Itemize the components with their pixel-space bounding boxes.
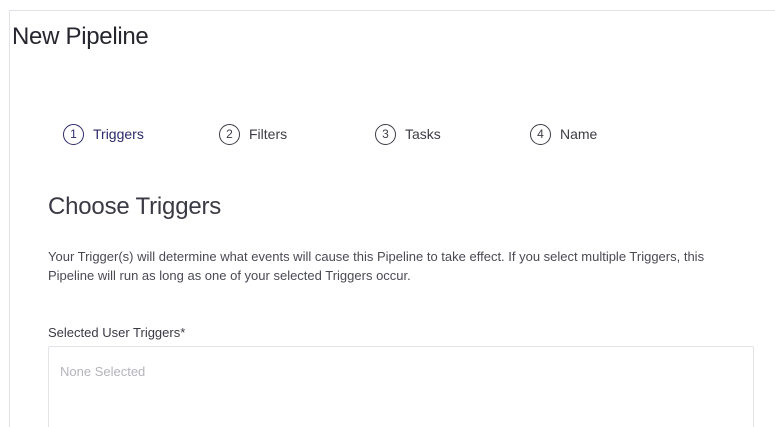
step-number-badge: 1 <box>63 123 84 145</box>
selected-triggers-box[interactable]: None Selected <box>48 346 754 427</box>
section-description: Your Trigger(s) will determine what even… <box>48 249 705 283</box>
step-label: Filters <box>249 126 288 142</box>
step-label: Tasks <box>405 126 441 142</box>
page-title: New Pipeline <box>12 23 149 50</box>
step-number-badge: 3 <box>375 123 396 145</box>
step-label: Triggers <box>93 126 144 142</box>
step-tasks[interactable]: 3 Tasks <box>375 123 441 145</box>
selected-triggers-label: Selected User Triggers* <box>48 325 186 340</box>
step-name[interactable]: 4 Name <box>530 123 597 145</box>
triggers-placeholder: None Selected <box>60 364 146 379</box>
step-triggers[interactable]: 1 Triggers <box>63 123 144 145</box>
step-filters[interactable]: 2 Filters <box>219 123 287 145</box>
step-label: Name <box>560 126 598 142</box>
step-number-badge: 2 <box>219 123 240 145</box>
section-title: Choose Triggers <box>48 193 222 220</box>
step-number-badge: 4 <box>530 123 551 145</box>
